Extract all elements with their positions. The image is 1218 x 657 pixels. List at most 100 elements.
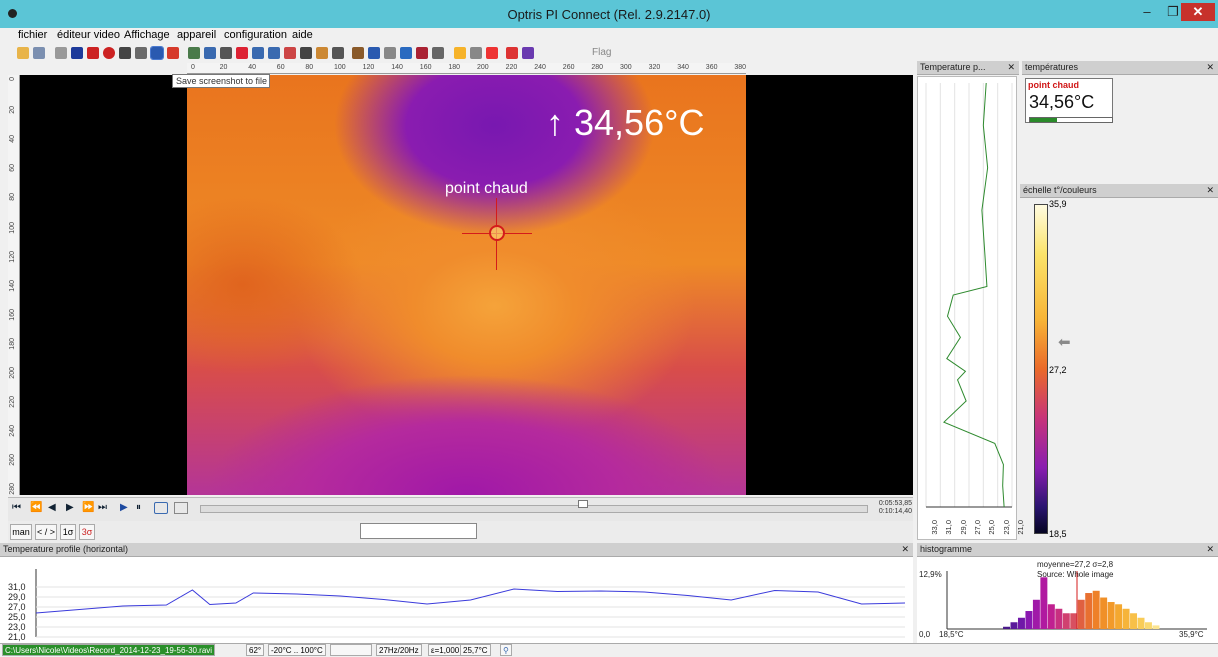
camera-icon[interactable] [119,47,131,59]
layout-split-icon[interactable] [332,47,344,59]
ruler-left-tick: 220 [9,396,16,408]
range-select-icon[interactable] [174,502,188,514]
hist-bar [1003,626,1011,629]
ruler-left-tick: 140 [9,280,16,292]
close-button[interactable]: ✕ [1181,3,1215,21]
vprofile-series-line [943,82,1005,508]
hand-icon[interactable] [352,47,364,59]
save-screenshot-icon[interactable] [150,46,164,60]
temperature-range-scrollbar[interactable] [360,523,477,539]
window-icon[interactable] [384,47,396,59]
hist-bar [1047,604,1055,629]
ruler-top-tick: 260 [562,64,575,71]
status-ambient: 25,7°C [460,644,491,656]
zoom-fit-icon[interactable] [368,47,380,59]
hprofile-y-tick-label: 25,0 [8,612,26,622]
vertical-profile-chart [917,76,1017,540]
hist-bar [1130,613,1138,629]
ruler-left-tick: 0 [9,77,16,81]
hist-y-max-label: 12,9% [919,570,942,579]
record-icon[interactable] [103,47,115,59]
first-frame-button[interactable]: ⏮ [12,502,21,513]
last-frame-button[interactable]: ⏭ [98,502,107,513]
scale-close-icon[interactable]: ✕ [1206,184,1214,197]
hist-bar [1017,617,1025,629]
hprofile-close-icon[interactable]: ✕ [901,543,909,556]
pause-button[interactable]: ⏸ [136,502,141,513]
step-back-button[interactable]: ◀ [48,502,56,513]
minimize-button[interactable]: – [1134,3,1160,21]
menu-aide[interactable]: aide [292,29,313,41]
ruler-left-tick: 240 [9,425,16,437]
flag-button[interactable]: Flag [592,47,611,58]
minmax-range-button[interactable]: < / > [35,524,57,540]
ruler-top-tick: 240 [534,64,546,71]
hotspot-temp-bar-fill [1030,118,1058,122]
rewind-button[interactable]: ⏪ [30,502,42,513]
status-file-path: C:\Users\Nicole\Videos\Record_2014-12-23… [2,644,216,656]
profile-icon[interactable] [252,47,264,59]
color-scale-bar[interactable] [1034,204,1048,534]
alarm-icon[interactable] [506,47,518,59]
layout-icon[interactable] [188,47,200,59]
palette-gray-icon[interactable] [470,47,482,59]
temperature-range-icon[interactable] [416,47,428,59]
status-range: -20°C .. 100°C [268,644,326,656]
hist-bar [1144,622,1152,629]
ruler-top-tick: 380 [734,64,747,71]
palette-rainbow-icon[interactable] [486,47,498,59]
step-forward-button[interactable]: ▶ [66,502,74,513]
manual-range-button[interactable]: man [10,524,32,540]
play-button[interactable]: ▶ [120,502,128,513]
ruler-left-tick: 20 [9,106,16,114]
hist-bar [1032,599,1040,629]
status-fov: 62° [246,644,265,656]
vprofile-x-tick-label: 33,0 [930,520,939,535]
vprofile-close-icon[interactable]: ✕ [1007,61,1015,74]
grid-icon[interactable] [300,47,312,59]
vertical-profile-icon[interactable] [268,47,280,59]
screenshot-clipboard-icon[interactable] [167,47,179,59]
pause-icon[interactable] [71,47,83,59]
area-icon[interactable] [284,47,296,59]
save-icon[interactable] [33,47,45,59]
snapshot-icon[interactable] [135,47,147,59]
temps-close-icon[interactable]: ✕ [1206,61,1214,74]
temps-panel-title: températures [1025,62,1079,72]
menu-affichage[interactable]: Affichage [124,29,170,41]
fast-forward-button[interactable]: ⏩ [82,502,94,513]
ruler-top-tick: 280 [591,64,604,71]
thermal-viewer[interactable] [20,75,913,495]
ruler-left-tick: 120 [9,251,16,263]
stop-icon[interactable] [87,47,99,59]
menu-configuration[interactable]: configuration [224,29,287,41]
hist-bar [1010,622,1018,629]
status-empty [330,644,372,656]
loop-icon[interactable] [154,502,168,514]
measure-icon[interactable] [220,47,232,59]
timeline-slider-thumb[interactable] [577,500,588,508]
hist-bar [1115,604,1123,629]
palette-iron-icon[interactable] [454,47,466,59]
hotspot-icon[interactable] [236,47,248,59]
ruler-top-tick: 300 [620,64,632,71]
tools-icon[interactable] [432,47,444,59]
calibrate-icon[interactable] [522,47,534,59]
color-palette-icon[interactable] [400,47,412,59]
one-sigma-button[interactable]: 1σ [60,524,76,540]
line-icon[interactable] [316,47,328,59]
hist-bar [1092,590,1100,629]
three-sigma-button[interactable]: 3σ [79,524,95,540]
menu-editeur-video[interactable]: éditeur video [57,29,120,41]
hotspot-marker-icon[interactable] [489,225,505,241]
open-folder-icon[interactable] [17,47,29,59]
hotspot-temperature-box[interactable]: point chaud 34,56°C [1025,78,1113,123]
play-icon[interactable] [55,47,67,59]
timeline-slider[interactable] [200,505,868,513]
hist-close-icon[interactable]: ✕ [1206,543,1214,556]
menu-fichier[interactable]: fichier [18,29,47,41]
hist-bar [1025,611,1033,629]
hprofile-series-line [35,588,906,614]
bar-chart-icon[interactable] [204,47,216,59]
menu-appareil[interactable]: appareil [177,29,216,41]
